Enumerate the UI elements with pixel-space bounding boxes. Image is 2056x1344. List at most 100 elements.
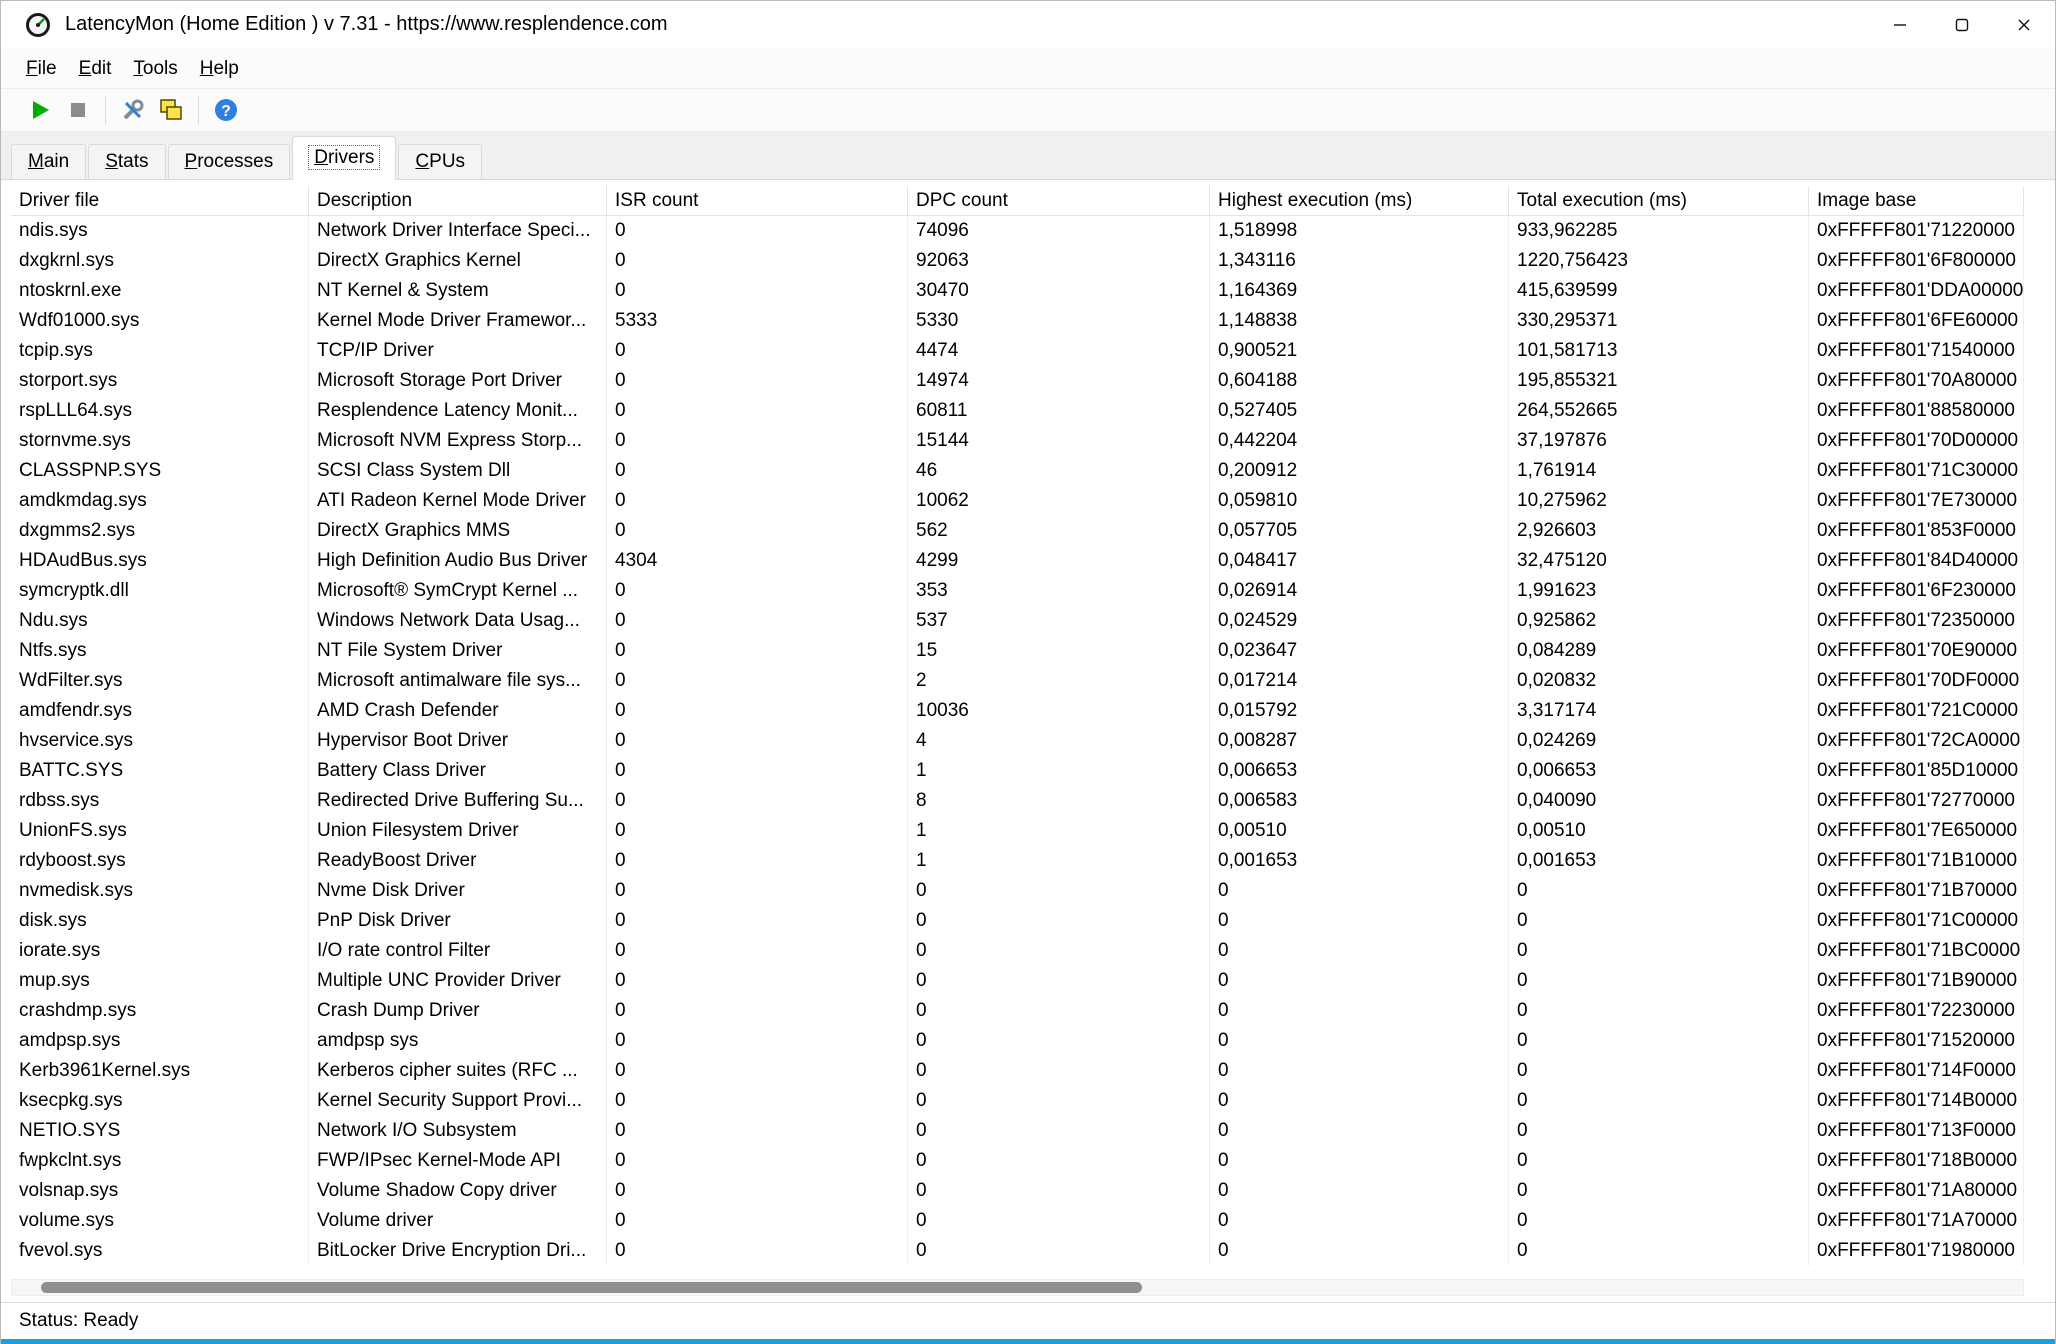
table-row[interactable]: WdFilter.sysMicrosoft antimalware file s… bbox=[11, 666, 2024, 696]
status-text: Status: Ready bbox=[19, 1310, 138, 1332]
table-cell: 0 bbox=[1509, 876, 1809, 906]
table-row[interactable]: rdbss.sysRedirected Drive Buffering Su..… bbox=[11, 786, 2024, 816]
table-row[interactable]: fvevol.sysBitLocker Drive Encryption Dri… bbox=[11, 1236, 2024, 1266]
table-row[interactable]: amdfendr.sysAMD Crash Defender0100360,01… bbox=[11, 696, 2024, 726]
tab-stats[interactable]: Stats bbox=[88, 144, 165, 180]
column-header-dpc-count[interactable]: DPC count bbox=[908, 186, 1210, 215]
table-cell: UnionFS.sys bbox=[11, 816, 309, 846]
table-row[interactable]: disk.sysPnP Disk Driver00000xFFFFF801'71… bbox=[11, 906, 2024, 936]
table-cell: 0xFFFFF801'70E90000 bbox=[1809, 636, 2024, 666]
table-row[interactable]: fwpkclnt.sysFWP/IPsec Kernel-Mode API000… bbox=[11, 1146, 2024, 1176]
table-row[interactable]: dxgkrnl.sysDirectX Graphics Kernel092063… bbox=[11, 246, 2024, 276]
menu-item-file[interactable]: File bbox=[15, 48, 68, 89]
column-header-total-execution-ms[interactable]: Total execution (ms) bbox=[1509, 186, 1809, 215]
table-row[interactable]: amdpsp.sysamdpsp sys00000xFFFFF801'71520… bbox=[11, 1026, 2024, 1056]
table-cell: 0 bbox=[908, 876, 1210, 906]
table-cell: 0 bbox=[607, 1176, 908, 1206]
table-row[interactable]: rdyboost.sysReadyBoost Driver010,0016530… bbox=[11, 846, 2024, 876]
table-row[interactable]: ndis.sysNetwork Driver Interface Speci..… bbox=[11, 216, 2024, 246]
table-cell: Kernel Mode Driver Framewor... bbox=[309, 306, 607, 336]
table-row[interactable]: ntoskrnl.exeNT Kernel & System0304701,16… bbox=[11, 276, 2024, 306]
table-cell: Microsoft® SymCrypt Kernel ... bbox=[309, 576, 607, 606]
tab-processes[interactable]: Processes bbox=[168, 144, 291, 180]
table-cell: 0xFFFFF801'71520000 bbox=[1809, 1026, 2024, 1056]
options-button[interactable] bbox=[114, 92, 152, 128]
column-header-highest-execution-ms[interactable]: Highest execution (ms) bbox=[1210, 186, 1509, 215]
table-row[interactable]: volume.sysVolume driver00000xFFFFF801'71… bbox=[11, 1206, 2024, 1236]
horizontal-scrollbar[interactable] bbox=[11, 1279, 2024, 1296]
start-monitor-button[interactable] bbox=[21, 92, 59, 128]
stop-icon bbox=[67, 99, 89, 121]
column-header-driver-file[interactable]: Driver file bbox=[11, 186, 309, 215]
table-cell: 0 bbox=[607, 636, 908, 666]
table-cell: amdpsp sys bbox=[309, 1026, 607, 1056]
table-cell: 0xFFFFF801'6F230000 bbox=[1809, 576, 2024, 606]
close-button[interactable] bbox=[1993, 1, 2055, 48]
minimize-button[interactable] bbox=[1869, 1, 1931, 48]
tab-label: Processes bbox=[185, 151, 274, 172]
table-row[interactable]: HDAudBus.sysHigh Definition Audio Bus Dr… bbox=[11, 546, 2024, 576]
table-row[interactable]: Ndu.sysWindows Network Data Usag...05370… bbox=[11, 606, 2024, 636]
table-cell: 0 bbox=[1509, 1206, 1809, 1236]
maximize-button[interactable] bbox=[1931, 1, 1993, 48]
tab-cpus[interactable]: CPUs bbox=[398, 144, 482, 180]
table-cell: 0xFFFFF801'6FE60000 bbox=[1809, 306, 2024, 336]
table-cell: Ntfs.sys bbox=[11, 636, 309, 666]
table-cell: 0,023647 bbox=[1210, 636, 1509, 666]
table-row[interactable]: CLASSPNP.SYSSCSI Class System Dll0460,20… bbox=[11, 456, 2024, 486]
table-cell: 0xFFFFF801'88580000 bbox=[1809, 396, 2024, 426]
table-cell: 2,926603 bbox=[1509, 516, 1809, 546]
table-cell: 0xFFFFF801'718B0000 bbox=[1809, 1146, 2024, 1176]
window-title: LatencyMon (Home Edition ) v 7.31 - http… bbox=[65, 13, 668, 36]
table-row[interactable]: amdkmdag.sysATI Radeon Kernel Mode Drive… bbox=[11, 486, 2024, 516]
table-row[interactable]: BATTC.SYSBattery Class Driver010,0066530… bbox=[11, 756, 2024, 786]
menu-item-tools[interactable]: Tools bbox=[122, 48, 188, 89]
table-row[interactable]: Wdf01000.sysKernel Mode Driver Framewor.… bbox=[11, 306, 2024, 336]
table-row[interactable]: Kerb3961Kernel.sysKerberos cipher suites… bbox=[11, 1056, 2024, 1086]
table-row[interactable]: tcpip.sysTCP/IP Driver044740,900521101,5… bbox=[11, 336, 2024, 366]
table-row[interactable]: crashdmp.sysCrash Dump Driver00000xFFFFF… bbox=[11, 996, 2024, 1026]
table-cell: 0 bbox=[607, 666, 908, 696]
table-row[interactable]: mup.sysMultiple UNC Provider Driver00000… bbox=[11, 966, 2024, 996]
table-cell: 0 bbox=[1509, 1146, 1809, 1176]
scrollbar-thumb[interactable] bbox=[41, 1282, 1142, 1293]
column-header-isr-count[interactable]: ISR count bbox=[607, 186, 908, 215]
table-cell: 0xFFFFF801'7E730000 bbox=[1809, 486, 2024, 516]
help-button[interactable]: ? bbox=[207, 92, 245, 128]
table-cell: 0 bbox=[908, 996, 1210, 1026]
table-row[interactable]: rspLLL64.sysResplendence Latency Monit..… bbox=[11, 396, 2024, 426]
table-cell: symcryptk.dll bbox=[11, 576, 309, 606]
table-cell: 0 bbox=[607, 606, 908, 636]
table-cell: 0 bbox=[908, 1146, 1210, 1176]
column-header-description[interactable]: Description bbox=[309, 186, 607, 215]
table-row[interactable]: dxgmms2.sysDirectX Graphics MMS05620,057… bbox=[11, 516, 2024, 546]
table-cell: 0,006653 bbox=[1509, 756, 1809, 786]
table-row[interactable]: hvservice.sysHypervisor Boot Driver040,0… bbox=[11, 726, 2024, 756]
table-row[interactable]: symcryptk.dllMicrosoft® SymCrypt Kernel … bbox=[11, 576, 2024, 606]
menu-item-help[interactable]: Help bbox=[189, 48, 250, 89]
table-row[interactable]: ksecpkg.sysKernel Security Support Provi… bbox=[11, 1086, 2024, 1116]
stop-monitor-button[interactable] bbox=[59, 92, 97, 128]
table-cell: 0 bbox=[607, 216, 908, 246]
column-header-image-base[interactable]: Image base bbox=[1809, 186, 2024, 215]
tab-drivers[interactable]: Drivers bbox=[292, 136, 396, 180]
table-cell: 933,962285 bbox=[1509, 216, 1809, 246]
table-row[interactable]: Ntfs.sysNT File System Driver0150,023647… bbox=[11, 636, 2024, 666]
table-row[interactable]: nvmedisk.sysNvme Disk Driver00000xFFFFF8… bbox=[11, 876, 2024, 906]
stack-windows-button[interactable] bbox=[152, 92, 190, 128]
table-cell: 0,006653 bbox=[1210, 756, 1509, 786]
table-cell: storport.sys bbox=[11, 366, 309, 396]
menu-item-edit[interactable]: Edit bbox=[68, 48, 123, 89]
table-row[interactable]: stornvme.sysMicrosoft NVM Express Storp.… bbox=[11, 426, 2024, 456]
toolbar-separator bbox=[105, 96, 106, 124]
table-row[interactable]: iorate.sysI/O rate control Filter00000xF… bbox=[11, 936, 2024, 966]
table-cell: 0 bbox=[1210, 906, 1509, 936]
table-row[interactable]: NETIO.SYSNetwork I/O Subsystem00000xFFFF… bbox=[11, 1116, 2024, 1146]
table-row[interactable]: storport.sysMicrosoft Storage Port Drive… bbox=[11, 366, 2024, 396]
table-cell: 0,00510 bbox=[1210, 816, 1509, 846]
table-row[interactable]: UnionFS.sysUnion Filesystem Driver010,00… bbox=[11, 816, 2024, 846]
table-cell: 4 bbox=[908, 726, 1210, 756]
tab-main[interactable]: Main bbox=[11, 144, 86, 180]
help-icon: ? bbox=[213, 97, 239, 123]
table-row[interactable]: volsnap.sysVolume Shadow Copy driver0000… bbox=[11, 1176, 2024, 1206]
